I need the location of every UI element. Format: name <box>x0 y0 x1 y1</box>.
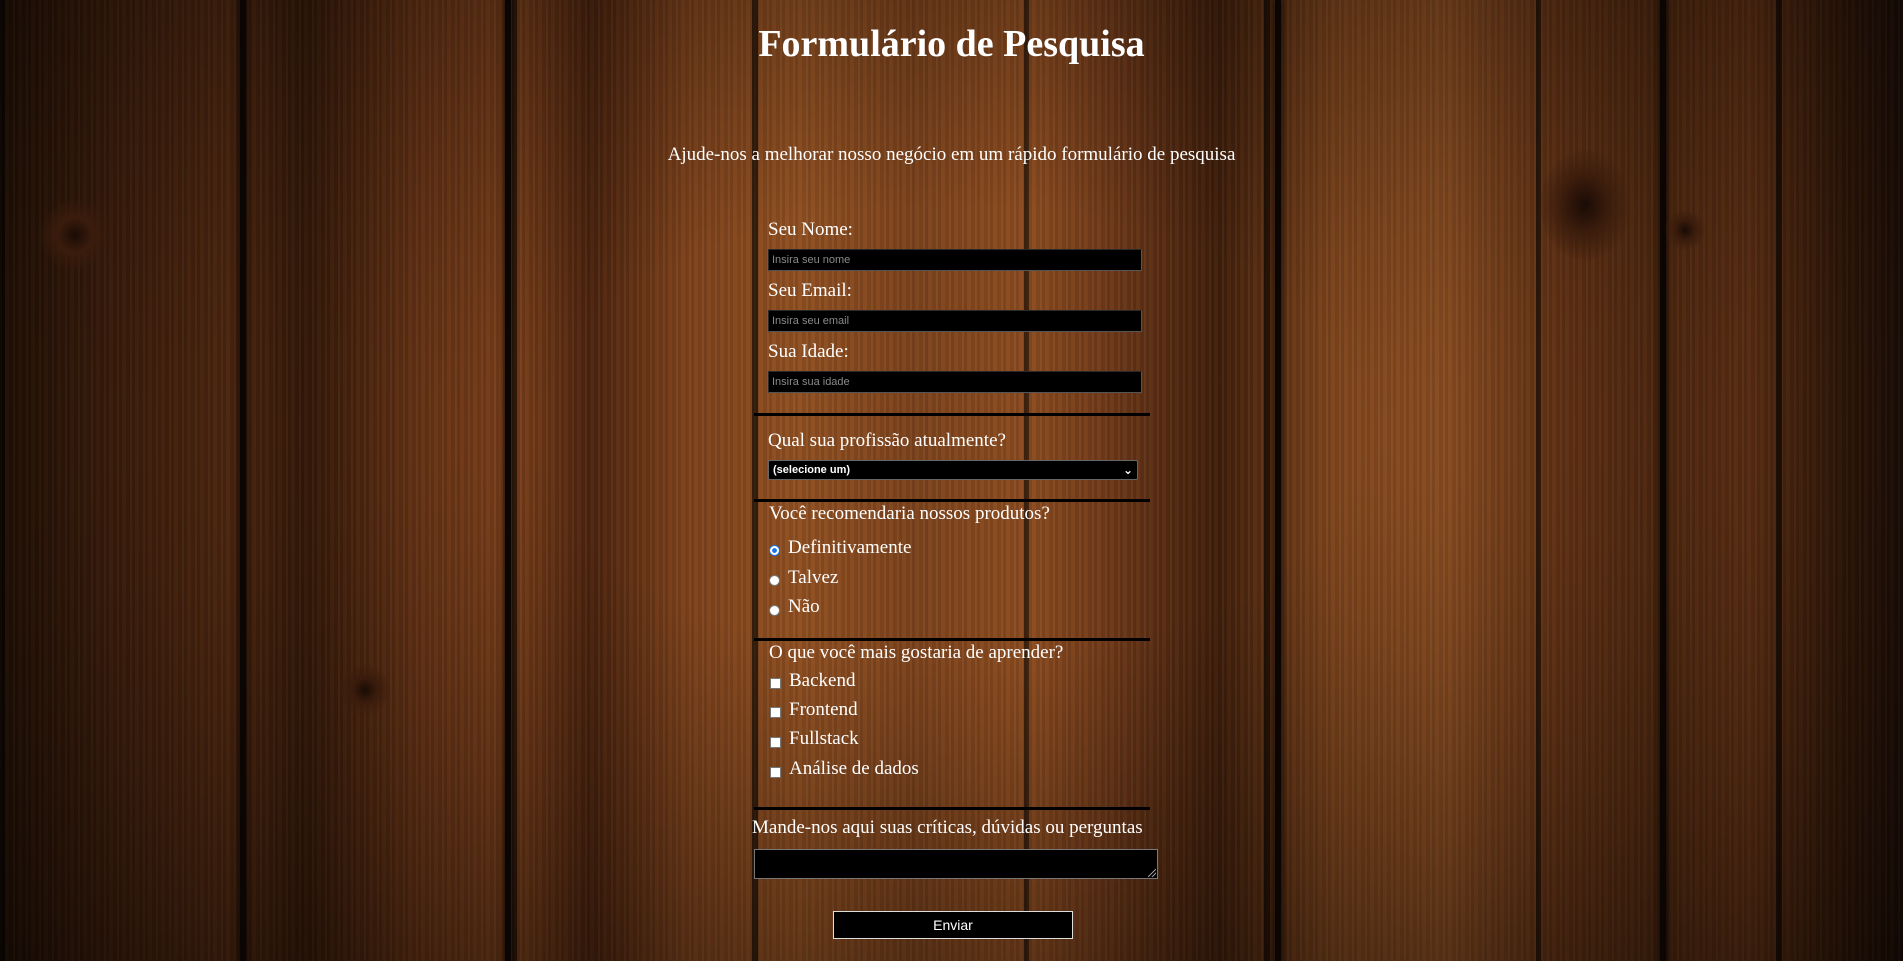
learn-label: O que você mais gostaria de aprender? <box>769 642 1064 663</box>
name-label: Seu Nome: <box>768 219 853 240</box>
section-divider <box>754 807 1150 810</box>
radio-talvez[interactable] <box>769 575 780 586</box>
page-title: Formulário de Pesquisa <box>758 23 1145 65</box>
submit-button[interactable]: Enviar <box>833 911 1073 939</box>
resize-grip-icon[interactable] <box>1148 869 1156 877</box>
chevron-down-icon: ⌄ <box>1122 463 1133 477</box>
comments-textarea[interactable] <box>754 849 1158 879</box>
checkbox-label-frontend: Frontend <box>789 699 858 720</box>
name-input[interactable] <box>768 249 1142 271</box>
radio-label-definitivamente: Definitivamente <box>788 537 912 558</box>
checkbox-fullstack[interactable] <box>770 737 781 748</box>
age-input[interactable] <box>768 371 1142 393</box>
profession-select-value: (selecione um) <box>773 464 851 476</box>
section-divider <box>754 638 1150 641</box>
comments-label: Mande-nos aqui suas críticas, dúvidas ou… <box>752 817 1143 838</box>
section-divider <box>754 499 1150 502</box>
email-input[interactable] <box>768 310 1142 332</box>
checkbox-frontend[interactable] <box>770 707 781 718</box>
profession-select[interactable]: (selecione um) ⌄ <box>768 460 1138 480</box>
recommend-label: Você recomendaria nossos produtos? <box>769 503 1050 524</box>
checkbox-label-backend: Backend <box>789 670 856 691</box>
radio-label-talvez: Talvez <box>788 567 839 588</box>
radio-definitivamente[interactable] <box>769 545 780 556</box>
age-label: Sua Idade: <box>768 341 849 362</box>
radio-nao[interactable] <box>769 605 780 616</box>
checkbox-analise-de-dados[interactable] <box>770 767 781 778</box>
radio-label-nao: Não <box>788 596 820 617</box>
page-description: Ajude-nos a melhorar nosso negócio em um… <box>667 144 1236 165</box>
checkbox-backend[interactable] <box>770 678 781 689</box>
profession-label: Qual sua profissão atualmente? <box>768 430 1006 451</box>
email-label: Seu Email: <box>768 280 852 301</box>
section-divider <box>754 413 1150 416</box>
checkbox-label-analise-de-dados: Análise de dados <box>789 758 919 779</box>
survey-page: Formulário de Pesquisa Ajude-nos a melho… <box>0 0 1903 961</box>
checkbox-label-fullstack: Fullstack <box>789 728 859 749</box>
